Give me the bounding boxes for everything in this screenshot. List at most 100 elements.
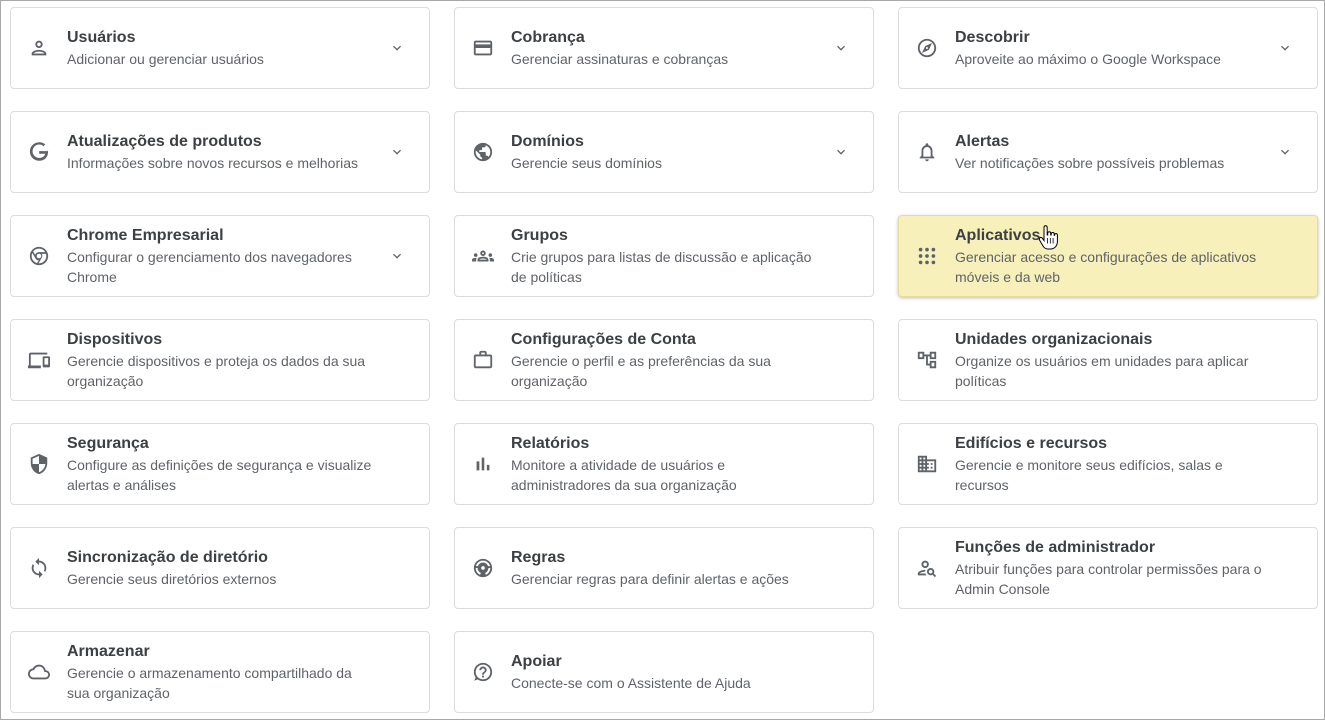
card-description: Gerencie dispositivos e proteja os dados… xyxy=(67,352,366,389)
card-title: Funções de administrador xyxy=(955,538,1156,556)
card-title: Relatórios xyxy=(511,434,590,452)
card-alertas[interactable]: Alertas Ver notificações sobre possíveis … xyxy=(898,111,1318,193)
card-title: Aplicativos xyxy=(955,226,1041,244)
card-description: Gerencie o perfil e as preferências da s… xyxy=(511,352,771,389)
card-text: Regras Gerenciar regras para definir aler… xyxy=(511,548,843,589)
chevron-down-icon[interactable] xyxy=(389,248,405,264)
card-title: Grupos xyxy=(511,226,568,244)
card-title: Sincronização de diretório xyxy=(67,548,268,566)
cloud-icon xyxy=(27,660,51,684)
card-grupos[interactable]: Grupos Crie grupos para listas de discuss… xyxy=(454,215,874,297)
credit-card-icon xyxy=(471,36,495,60)
card-text: Armazenar Gerencie o armazenamento compar… xyxy=(67,642,429,703)
card-text: Apoiar Conecte-se com o Assistente de Aju… xyxy=(511,652,805,693)
chevron-down-icon[interactable] xyxy=(1277,144,1293,160)
card-description: Adicionar ou gerenciar usuários xyxy=(67,50,264,67)
card-title: Cobrança xyxy=(511,28,585,46)
card-text: Funções de administrador Atribuir funções… xyxy=(955,538,1317,599)
shield-icon xyxy=(27,452,51,476)
card-text: Edifícios e recursos Gerencie e monitore … xyxy=(955,434,1317,495)
card-text: Unidades organizacionais Organize os usuá… xyxy=(955,330,1317,391)
chevron-down-icon[interactable] xyxy=(1277,40,1293,56)
card-description: Gerencie o armazenamento compartilhado d… xyxy=(67,664,352,701)
card-text: Alertas Ver notificações sobre possíveis … xyxy=(955,132,1278,173)
card-regras[interactable]: Regras Gerenciar regras para definir aler… xyxy=(454,527,874,609)
card-title: Armazenar xyxy=(67,642,150,660)
card-title: Apoiar xyxy=(511,652,562,670)
card-text: Aplicativos Gerenciar acesso e configuraç… xyxy=(955,226,1317,287)
chevron-down-icon[interactable] xyxy=(833,144,849,160)
card-description: Crie grupos para listas de discussão e a… xyxy=(511,248,812,285)
card-conta[interactable]: Configurações de Conta Gerencie o perfil … xyxy=(454,319,874,401)
card-apoiar[interactable]: Apoiar Conecte-se com o Assistente de Aju… xyxy=(454,631,874,713)
card-dominios[interactable]: Domínios Gerencie seus domínios xyxy=(454,111,874,193)
card-description: Gerenciar acesso e configurações de apli… xyxy=(955,248,1257,285)
bell-icon xyxy=(915,140,939,164)
card-text: Grupos Crie grupos para listas de discuss… xyxy=(511,226,873,287)
compass-icon xyxy=(915,36,939,60)
card-descobrir[interactable]: Descobrir Aproveite ao máximo o Google Wo… xyxy=(898,7,1318,89)
card-chrome[interactable]: Chrome Empresarial Configurar o gerenciam… xyxy=(10,215,430,297)
card-cobranca[interactable]: Cobrança Gerenciar assinaturas e cobrança… xyxy=(454,7,874,89)
card-text: Atualizações de produtos Informações sobr… xyxy=(67,132,412,173)
card-aplicativos[interactable]: Aplicativos Gerenciar acesso e configuraç… xyxy=(898,215,1318,297)
card-title: Chrome Empresarial xyxy=(67,226,224,244)
admin-cards-grid: Usuários Adicionar ou gerenciar usuários C… xyxy=(10,7,1318,713)
card-description: Organize os usuários em unidades para ap… xyxy=(955,352,1249,389)
card-description: Monitore a atividade de usuários e admin… xyxy=(511,456,737,493)
card-text: Domínios Gerencie seus domínios xyxy=(511,132,716,173)
sync-icon xyxy=(27,556,51,580)
chevron-down-icon[interactable] xyxy=(833,40,849,56)
card-title: Alertas xyxy=(955,132,1010,150)
card-text: Descobrir Aproveite ao máximo o Google Wo… xyxy=(955,28,1275,69)
card-description: Gerenciar assinaturas e cobranças xyxy=(511,50,729,67)
card-text: Segurança Configure as definições de segu… xyxy=(67,434,429,495)
card-description: Gerencie seus domínios xyxy=(511,154,662,171)
building-icon xyxy=(915,452,939,476)
card-relatorios[interactable]: Relatórios Monitore a atividade de usuári… xyxy=(454,423,874,505)
admin-roles-icon xyxy=(915,556,939,580)
card-text: Sincronização de diretório Gerencie seus … xyxy=(67,548,330,589)
card-description: Gerencie e monitore seus edifícios, sala… xyxy=(955,456,1223,493)
chevron-down-icon[interactable] xyxy=(389,40,405,56)
globe-icon xyxy=(471,140,495,164)
card-title: Usuários xyxy=(67,28,136,46)
apps-grid-icon xyxy=(915,244,939,268)
chevron-down-icon[interactable] xyxy=(389,144,405,160)
google-g-icon xyxy=(27,140,51,164)
card-description: Ver notificações sobre possíveis problem… xyxy=(955,154,1225,171)
card-text: Usuários Adicionar ou gerenciar usuários xyxy=(67,28,318,69)
card-edificios[interactable]: Edifícios e recursos Gerencie e monitore … xyxy=(898,423,1318,505)
card-description: Gerenciar regras para definir alertas e … xyxy=(511,570,789,587)
card-sincronizacao[interactable]: Sincronização de diretório Gerencie seus … xyxy=(10,527,430,609)
card-title: Segurança xyxy=(67,434,149,452)
card-description: Configure as definições de segurança e v… xyxy=(67,456,372,493)
card-description: Atribuir funções para controlar permissõ… xyxy=(955,560,1262,597)
card-text: Configurações de Conta Gerencie o perfil … xyxy=(511,330,873,391)
card-description: Conecte-se com o Assistente de Ajuda xyxy=(511,674,751,691)
card-dispositivos[interactable]: Dispositivos Gerencie dispositivos e prot… xyxy=(10,319,430,401)
card-title: Edifícios e recursos xyxy=(955,434,1108,452)
card-description: Configurar o gerenciamento dos navegador… xyxy=(67,248,352,285)
card-usuarios[interactable]: Usuários Adicionar ou gerenciar usuários xyxy=(10,7,430,89)
card-title: Domínios xyxy=(511,132,584,150)
card-title: Descobrir xyxy=(955,28,1030,46)
card-text: Dispositivos Gerencie dispositivos e prot… xyxy=(67,330,429,391)
bar-chart-icon xyxy=(471,452,495,476)
card-description: Gerencie seus diretórios externos xyxy=(67,570,277,587)
briefcase-icon xyxy=(471,348,495,372)
card-text: Cobrança Gerenciar assinaturas e cobrança… xyxy=(511,28,782,69)
card-text: Chrome Empresarial Configurar o gerenciam… xyxy=(67,226,429,287)
card-description: Aproveite ao máximo o Google Workspace xyxy=(955,50,1221,67)
help-icon xyxy=(471,660,495,684)
card-armazenar[interactable]: Armazenar Gerencie o armazenamento compar… xyxy=(10,631,430,713)
card-title: Configurações de Conta xyxy=(511,330,696,348)
card-unidades[interactable]: Unidades organizacionais Organize os usuá… xyxy=(898,319,1318,401)
card-seguranca[interactable]: Segurança Configure as definições de segu… xyxy=(10,423,430,505)
card-funcoes[interactable]: Funções de administrador Atribuir funções… xyxy=(898,527,1318,609)
card-atualizacoes[interactable]: Atualizações de produtos Informações sobr… xyxy=(10,111,430,193)
card-text: Relatórios Monitore a atividade de usuári… xyxy=(511,434,873,495)
card-description: Informações sobre novos recursos e melho… xyxy=(67,154,359,171)
chrome-icon xyxy=(27,244,51,268)
card-title: Atualizações de produtos xyxy=(67,132,262,150)
